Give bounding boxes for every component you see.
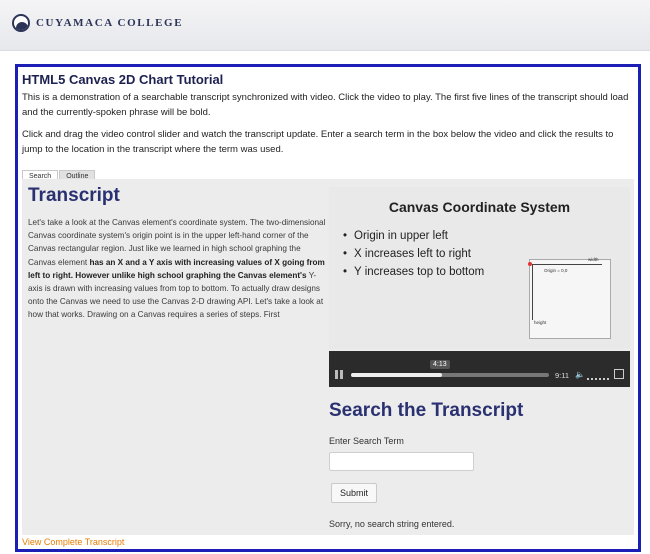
slide-bullet: Origin in upper left: [343, 227, 484, 245]
volume-icon[interactable]: 🔈: [575, 370, 585, 379]
coordinate-diagram: Origin = 0,0 width height: [528, 257, 611, 339]
video-frame[interactable]: Canvas Coordinate System Origin in upper…: [329, 187, 630, 349]
tab-bar: Search Outline: [22, 165, 96, 182]
search-status: Sorry, no search string entered.: [329, 519, 455, 529]
search-label: Enter Search Term: [329, 436, 404, 446]
search-input[interactable]: [329, 452, 474, 471]
video-controls: 4:13 9:11 🔈: [329, 351, 630, 387]
y-axis-line: [532, 264, 533, 320]
pause-icon[interactable]: [335, 370, 344, 379]
site-header: CUYAMACA COLLEGE: [0, 0, 650, 51]
origin-label: Origin = 0,0: [544, 268, 568, 273]
tutorial-panel: HTML5 Canvas 2D Chart Tutorial This is a…: [15, 64, 641, 552]
slide-bullets: Origin in upper left X increases left to…: [343, 227, 484, 281]
height-label: height: [534, 320, 547, 325]
volume-slider[interactable]: [587, 372, 609, 380]
transcript-heading: Transcript: [28, 185, 120, 206]
view-complete-transcript-link[interactable]: View Complete Transcript: [22, 537, 124, 547]
search-tab-content: Transcript Let's take a look at the Canv…: [22, 179, 634, 535]
slide-title: Canvas Coordinate System: [388, 199, 571, 215]
intro-paragraph-2: Click and drag the video control slider …: [22, 129, 614, 155]
college-logo-text[interactable]: CUYAMACA COLLEGE: [36, 17, 183, 29]
search-heading: Search the Transcript: [329, 400, 524, 421]
fullscreen-icon[interactable]: [614, 369, 624, 379]
college-logo-icon[interactable]: [12, 14, 30, 32]
page-title: HTML5 Canvas 2D Chart Tutorial: [22, 72, 224, 87]
intro-paragraph-1: This is a demonstration of a searchable …: [22, 92, 629, 118]
width-label: width: [588, 257, 599, 262]
video-progress-slider[interactable]: [351, 373, 549, 377]
slide-bullet: X increases left to right: [343, 245, 484, 263]
video-duration: 9:11: [555, 371, 570, 380]
x-axis-line: [532, 264, 602, 265]
current-time-tooltip: 4:13: [430, 360, 450, 369]
slide-bullet: Y increases top to bottom: [343, 263, 484, 281]
origin-dot: [528, 262, 532, 266]
transcript-text[interactable]: Let's take a look at the Canvas element'…: [28, 216, 328, 322]
video-progress-fill: [351, 373, 443, 377]
submit-button[interactable]: Submit: [331, 483, 377, 503]
